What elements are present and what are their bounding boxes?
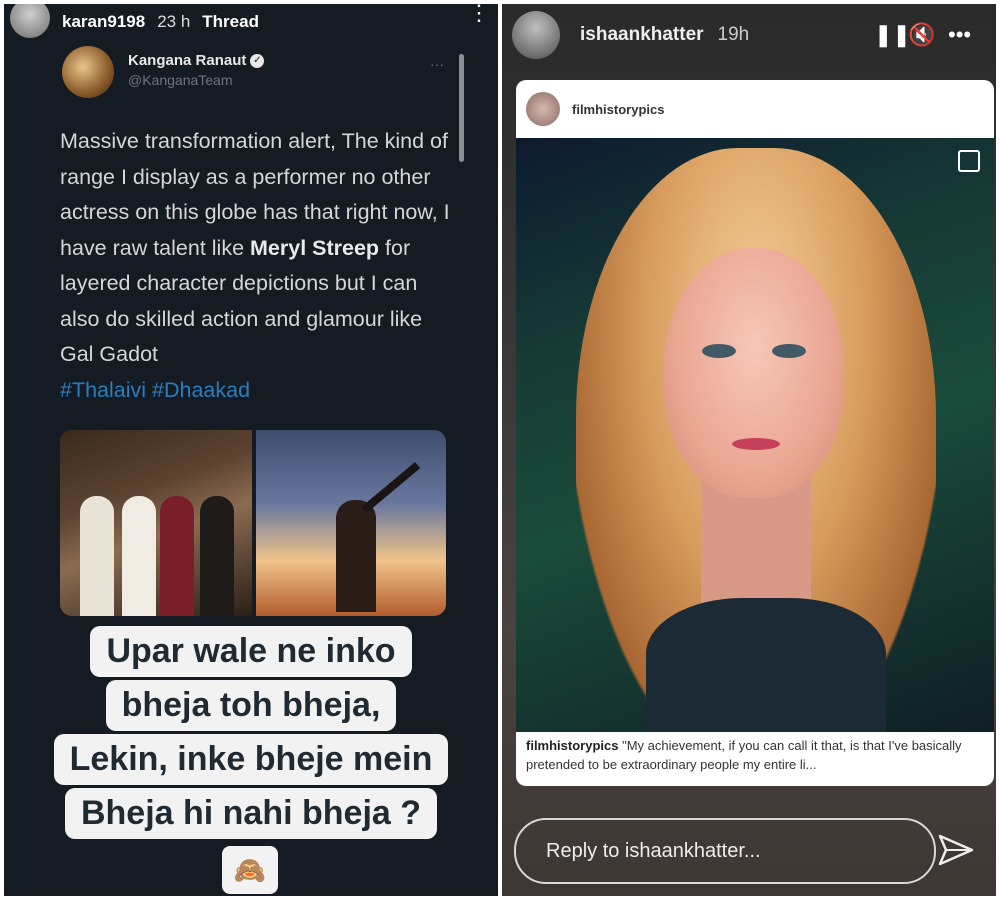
tweet-handle: @KanganaTeam [128, 72, 233, 88]
left-story: karan9198 23 h Thread ⋮ Kangana Ranaut ✓ … [4, 4, 498, 896]
caption-line-4: Bheja hi nahi bheja ? [4, 788, 498, 839]
avatar[interactable] [10, 4, 50, 38]
send-icon[interactable] [936, 830, 976, 870]
multiple-photos-icon [958, 150, 980, 172]
story-time: 19h [717, 24, 750, 45]
right-story: ishaankhatter 19h ❚❚ 🔇 ••• filmhistorypi… [502, 4, 996, 896]
story-header: karan9198 23 h Thread ⋮ [4, 4, 498, 40]
tweet-avatar [62, 46, 114, 98]
tweet-author: Kangana Ranaut [128, 52, 247, 69]
post-caption: filmhistorypics "My achievement, if you … [526, 738, 962, 772]
caption-line-3: Lekin, inke bheje mein [4, 734, 498, 785]
caption-line-1: Upar wale ne inko [4, 626, 498, 677]
verified-icon: ✓ [250, 53, 265, 68]
avatar[interactable] [512, 11, 560, 59]
caption-line-2: bheja toh bheja, [4, 680, 498, 731]
story-label: Thread [202, 12, 259, 31]
tweet-image-1 [60, 430, 252, 616]
post-username: filmhistorypics [572, 101, 665, 117]
tweet-card: Kangana Ranaut ✓ @KanganaTeam ··· [48, 46, 466, 106]
reply-input[interactable]: Reply to ishaankhatter... [514, 818, 936, 884]
tweet-media [60, 430, 446, 616]
story-time: 23 h [157, 12, 191, 31]
story-header: ishaankhatter 19h ❚❚ 🔇 ••• [502, 4, 996, 66]
tweet-image-2 [256, 430, 446, 616]
tweet-hashtags: #Thalaivi #Dhaakad [60, 377, 251, 402]
more-vertical-icon[interactable]: ⋮ [468, 4, 490, 24]
post-avatar [526, 92, 560, 126]
more-horizontal-icon[interactable]: ••• [948, 22, 971, 48]
shared-post[interactable]: filmhistorypics filmhistorypics "My achi… [516, 80, 994, 786]
monkey-emoji: 🙈 [222, 846, 278, 894]
tweet-bold-name: Meryl Streep [250, 235, 380, 260]
mute-icon[interactable]: 🔇 [908, 22, 935, 48]
story-username[interactable]: ishaankhatter [580, 24, 704, 46]
story-username[interactable]: karan9198 [62, 12, 145, 32]
pause-icon[interactable]: ❚❚ [874, 22, 911, 48]
tweet-text: Massive transformation alert, The kind o… [60, 129, 450, 402]
tweet-more-icon: ··· [430, 56, 444, 72]
post-photo [516, 138, 994, 732]
